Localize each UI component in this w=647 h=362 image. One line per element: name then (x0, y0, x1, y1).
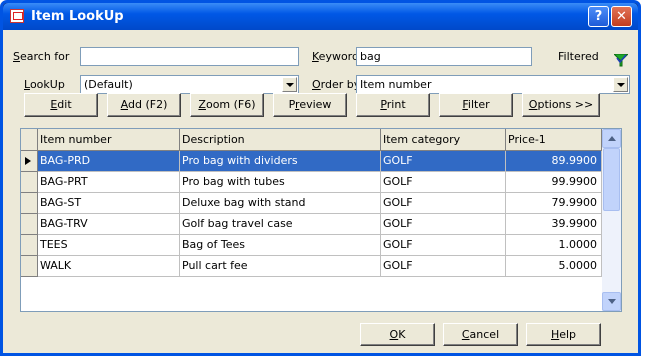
cell-price-1[interactable]: 5.0000 (506, 256, 602, 277)
window-title: Item LookUp (31, 9, 124, 24)
table-row[interactable]: BAG-PRD Pro bag with dividers GOLF 89.9900 (21, 151, 602, 172)
current-row-pointer-icon (25, 157, 31, 165)
cell-item-category[interactable]: GOLF (381, 214, 506, 235)
app-icon (10, 9, 24, 23)
help-button[interactable]: Help (526, 323, 601, 346)
table-row[interactable]: BAG-ST Deluxe bag with stand GOLF 79.9900 (21, 193, 602, 214)
close-button[interactable]: ✕ (611, 6, 632, 27)
cancel-button[interactable]: Cancel (443, 323, 518, 346)
cell-item-category[interactable]: GOLF (381, 172, 506, 193)
cell-description[interactable]: Golf bag travel case (180, 214, 381, 235)
help-title-button[interactable]: ? (588, 6, 609, 27)
cell-item-category[interactable]: GOLF (381, 235, 506, 256)
row-header[interactable] (21, 151, 38, 172)
cell-description[interactable]: Pro bag with dividers (180, 151, 381, 172)
cell-item-number[interactable]: TEES (38, 235, 180, 256)
title-bar[interactable]: Item LookUp ? ✕ (3, 3, 638, 30)
column-header-item-number[interactable]: Item number (38, 129, 180, 151)
cell-price-1[interactable]: 79.9900 (506, 193, 602, 214)
cell-item-number[interactable]: BAG-PRT (38, 172, 180, 193)
column-header-item-category[interactable]: Item category (381, 129, 506, 151)
cell-description[interactable]: Bag of Tees (180, 235, 381, 256)
add-button[interactable]: Add (F2) (107, 93, 181, 117)
item-lookup-window: Item LookUp ? ✕ Search for Keyword bag F… (0, 0, 641, 356)
table-row[interactable]: WALK Pull cart fee GOLF 5.0000 (21, 256, 602, 277)
cell-description[interactable]: Pull cart fee (180, 256, 381, 277)
row-header[interactable] (21, 214, 38, 235)
filtered-label: Filtered (558, 50, 599, 63)
lookup-select[interactable]: (Default) (80, 75, 299, 94)
cell-item-category[interactable]: GOLF (381, 193, 506, 214)
cell-description[interactable]: Pro bag with tubes (180, 172, 381, 193)
cell-price-1[interactable]: 99.9900 (506, 172, 602, 193)
cell-item-number[interactable]: BAG-TRV (38, 214, 180, 235)
cell-item-number[interactable]: WALK (38, 256, 180, 277)
preview-button[interactable]: Preview (273, 93, 347, 117)
row-header[interactable] (21, 172, 38, 193)
options-button[interactable]: Options >> (522, 93, 600, 117)
zoom-button[interactable]: Zoom (F6) (190, 93, 264, 117)
column-header-description[interactable]: Description (180, 129, 381, 151)
cell-description[interactable]: Deluxe bag with stand (180, 193, 381, 214)
cell-price-1[interactable]: 89.9900 (506, 151, 602, 172)
cell-item-number[interactable]: BAG-PRD (38, 151, 180, 172)
search-input[interactable] (80, 47, 299, 66)
filter-button[interactable]: Filter (439, 93, 513, 117)
scrollbar-thumb[interactable] (603, 148, 620, 211)
order-by-label: Order by (312, 78, 361, 91)
cell-price-1[interactable]: 1.0000 (506, 235, 602, 256)
lookup-label: LookUp (24, 78, 65, 91)
items-grid[interactable]: Item number Description Item category Pr… (20, 128, 622, 312)
edit-button[interactable]: Edit (24, 93, 98, 117)
print-button[interactable]: Print (356, 93, 430, 117)
filter-funnel-icon (614, 54, 628, 67)
cell-item-number[interactable]: BAG-ST (38, 193, 180, 214)
ok-button[interactable]: OK (360, 323, 435, 346)
keyword-input[interactable]: bag (356, 47, 532, 66)
row-header[interactable] (21, 235, 38, 256)
chevron-down-icon[interactable] (282, 77, 297, 92)
column-header-price-1[interactable]: Price-1 (506, 129, 602, 151)
keyword-label: Keyword (312, 50, 359, 63)
table-row[interactable]: BAG-TRV Golf bag travel case GOLF 39.9900 (21, 214, 602, 235)
cell-item-category[interactable]: GOLF (381, 256, 506, 277)
scroll-up-icon[interactable] (602, 129, 621, 148)
order-by-select[interactable]: Item number (356, 75, 630, 94)
vertical-scrollbar[interactable] (602, 129, 621, 311)
row-header[interactable] (21, 193, 38, 214)
dialog-body: Search for Keyword bag Filtered LookUp (… (3, 30, 638, 353)
table-row[interactable]: BAG-PRT Pro bag with tubes GOLF 99.9900 (21, 172, 602, 193)
order-by-value: Item number (360, 78, 432, 91)
chevron-down-icon[interactable] (613, 77, 628, 92)
cell-price-1[interactable]: 39.9900 (506, 214, 602, 235)
row-header[interactable] (21, 256, 38, 277)
lookup-value: (Default) (84, 78, 133, 91)
search-for-label: Search for (13, 50, 70, 63)
scroll-down-icon[interactable] (602, 292, 621, 311)
cell-item-category[interactable]: GOLF (381, 151, 506, 172)
table-row[interactable]: TEES Bag of Tees GOLF 1.0000 (21, 235, 602, 256)
grid-corner (21, 129, 38, 151)
